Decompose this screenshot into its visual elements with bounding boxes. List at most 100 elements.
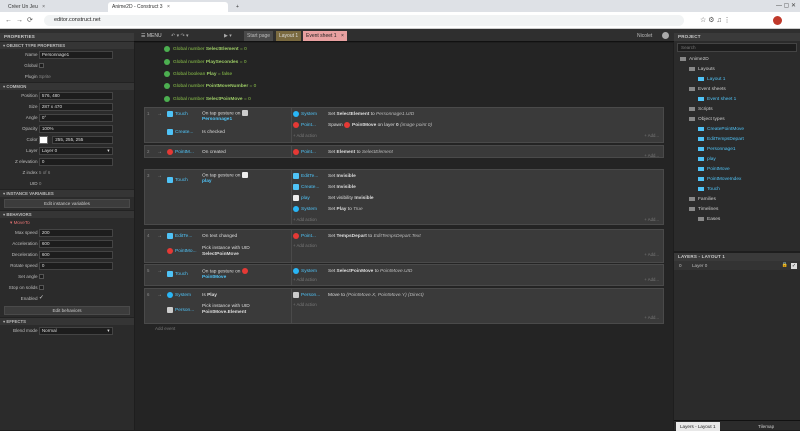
action-object[interactable]: Point... xyxy=(293,231,326,242)
action-object[interactable]: System xyxy=(293,266,326,277)
size-field[interactable]: 287 x 470 xyxy=(38,103,113,111)
condition-object[interactable]: PointMo... xyxy=(167,246,201,257)
global-var-select-poin-move[interactable]: Global number SelectPoinMove = 0 xyxy=(164,95,251,104)
project-item[interactable]: Object types xyxy=(674,115,800,125)
common-section[interactable]: ▾ COMMON xyxy=(0,82,134,90)
back-icon[interactable]: ← xyxy=(5,16,12,25)
close-icon[interactable]: × xyxy=(42,4,45,10)
global-checkbox[interactable] xyxy=(38,63,44,68)
behavior-moveto[interactable]: ▾ MoveTo xyxy=(0,218,134,227)
stop-on-solids-checkbox[interactable] xyxy=(38,285,44,290)
tab-event-sheet-1[interactable]: Event sheet 1 × xyxy=(303,31,347,41)
condition-object[interactable]: EditTe... xyxy=(167,231,201,242)
play-icon[interactable]: ▶ ▾ xyxy=(221,31,235,41)
condition-text[interactable]: On tap gesture on Personnage1 xyxy=(202,110,270,122)
enabled-checkbox[interactable]: ✓ xyxy=(39,293,44,304)
project-item[interactable]: Event sheets xyxy=(674,85,800,95)
project-item[interactable]: PointMoveIndex xyxy=(674,175,800,185)
edit-instance-variables-button[interactable]: Edit instance variables xyxy=(4,199,130,208)
condition-text[interactable]: On created xyxy=(202,150,270,156)
action-text[interactable]: Set Play to True xyxy=(328,204,363,215)
action-object[interactable]: Person... xyxy=(293,290,326,301)
close-icon[interactable]: × xyxy=(341,33,344,39)
forward-icon[interactable]: → xyxy=(16,16,23,25)
instance-variables-section[interactable]: ▾ INSTANCE VARIABLES xyxy=(0,189,134,197)
extensions-icon[interactable]: ☆ ⚙ ♫ ⋮ xyxy=(700,16,731,25)
max-speed-field[interactable]: 200 xyxy=(38,229,113,237)
new-tab-button[interactable]: + xyxy=(232,2,243,12)
condition-text[interactable]: Pick instance with UID SelectPoinMove xyxy=(202,246,270,257)
reload-icon[interactable]: ⟳ xyxy=(27,16,33,25)
project-search-input[interactable]: Search xyxy=(677,43,797,52)
condition-object[interactable]: Touch xyxy=(167,109,201,120)
lock-icon[interactable]: 🔒 xyxy=(782,261,788,270)
effects-section[interactable]: ▾ EFFECTS xyxy=(0,317,134,325)
add-link[interactable]: + Add... xyxy=(644,277,659,282)
tab-start-page[interactable]: Start page xyxy=(244,31,274,41)
project-item[interactable]: Scripts xyxy=(674,105,800,115)
set-angle-checkbox[interactable] xyxy=(38,274,44,279)
action-object[interactable]: play xyxy=(293,193,326,204)
condition-text[interactable]: On text changed xyxy=(202,234,270,240)
project-item[interactable]: PointMove xyxy=(674,165,800,175)
add-link[interactable]: + Add... xyxy=(644,252,659,257)
color-swatch[interactable] xyxy=(38,136,48,144)
action-object[interactable]: Point... xyxy=(293,120,326,131)
avatar[interactable] xyxy=(773,16,782,25)
action-text[interactable]: Move to (PointMove.X, PointMove.Y) (Dire… xyxy=(328,290,424,301)
deceleration-field[interactable]: 600 xyxy=(38,251,113,259)
project-item[interactable]: Timelines xyxy=(674,205,800,215)
project-item[interactable]: play xyxy=(674,155,800,165)
action-text[interactable]: Set Invisible xyxy=(328,182,356,193)
action-text[interactable]: Spawn PointMove on layer 0 (image point … xyxy=(328,120,432,131)
condition-text[interactable]: On tap gesture on play xyxy=(202,172,270,184)
condition-object[interactable]: System xyxy=(167,290,201,301)
action-text[interactable]: Set SelectPoinMove to PointMove.UID xyxy=(328,266,412,277)
rotate-speed-field[interactable]: 0 xyxy=(38,262,113,270)
acceleration-field[interactable]: 600 xyxy=(38,240,113,248)
color-field[interactable]: 255, 255, 255 xyxy=(52,136,113,144)
project-item[interactable]: Families xyxy=(674,195,800,205)
layer-row[interactable]: 0 Layer 0 🔒 ✓ xyxy=(674,261,800,270)
action-object[interactable]: System xyxy=(293,204,326,215)
add-link[interactable]: + Add... xyxy=(644,315,659,320)
event-4[interactable]: 4 → EditTe... On text changed PointMo... … xyxy=(144,229,664,263)
address-bar[interactable]: editor.construct.net xyxy=(44,15,684,26)
action-object[interactable]: Create... xyxy=(293,182,326,193)
position-field[interactable]: 576, 480 xyxy=(38,92,113,100)
action-text[interactable]: Set visibility Invisible xyxy=(328,193,374,204)
browser-tab-creer[interactable]: Créer Un Jeu × xyxy=(4,2,104,12)
action-text[interactable]: Set Element to SelectElement xyxy=(328,147,393,158)
blend-mode-select[interactable]: Normal ▾ xyxy=(38,327,113,335)
project-item[interactable]: Anime2D xyxy=(674,55,800,65)
z-elevation-field[interactable]: 0 xyxy=(38,158,113,166)
menu-button[interactable]: ☰ MENU xyxy=(138,31,165,41)
action-text[interactable]: Set Invisible xyxy=(328,171,356,182)
global-var-play-secondes[interactable]: Global number PlaySecondes = 0 xyxy=(164,58,247,67)
global-var-select-element[interactable]: Global number SelectElement = 0 xyxy=(164,45,247,54)
undo-redo-icon[interactable]: ↶ ▾ ↷ ▾ xyxy=(168,31,192,41)
event-5[interactable]: 5 → Touch On tap gesture on PointMove Sys… xyxy=(144,264,664,286)
project-item[interactable]: Personnage1 xyxy=(674,145,800,155)
add-event-link[interactable]: Add event xyxy=(155,326,175,331)
condition-object[interactable]: PointM... xyxy=(167,147,201,158)
event-6[interactable]: 6 → System Is Play Person... Pick instanc… xyxy=(144,288,664,324)
condition-text[interactable]: Is Play xyxy=(202,293,270,299)
edit-behaviors-button[interactable]: Edit behaviors xyxy=(4,306,130,315)
project-item[interactable]: Layouts xyxy=(674,65,800,75)
condition-object[interactable]: Person... xyxy=(167,305,201,316)
action-object[interactable]: EditTe... xyxy=(293,171,326,182)
global-var-point-move-number[interactable]: Global number PointMoveNumber = 0 xyxy=(164,82,256,91)
action-object[interactable]: System xyxy=(293,109,326,120)
add-link[interactable]: + Add... xyxy=(644,153,659,158)
global-var-play[interactable]: Global boolean Play = false xyxy=(164,70,232,79)
add-action-link[interactable]: + Add action xyxy=(293,243,317,248)
project-item[interactable]: Touch xyxy=(674,185,800,195)
action-text[interactable]: Set TempsDepart to EditTempsDepart.Text xyxy=(328,231,421,242)
layer-select[interactable]: Layer 0 ▾ xyxy=(38,147,113,155)
condition-object[interactable]: Touch xyxy=(167,269,201,280)
add-action-link[interactable]: + Add action xyxy=(293,133,317,138)
layer-visible-checkbox[interactable]: ✓ xyxy=(791,263,797,269)
object-type-properties-section[interactable]: ▾ OBJECT TYPE PROPERTIES xyxy=(0,41,134,49)
condition-object[interactable]: Create... xyxy=(167,127,201,138)
